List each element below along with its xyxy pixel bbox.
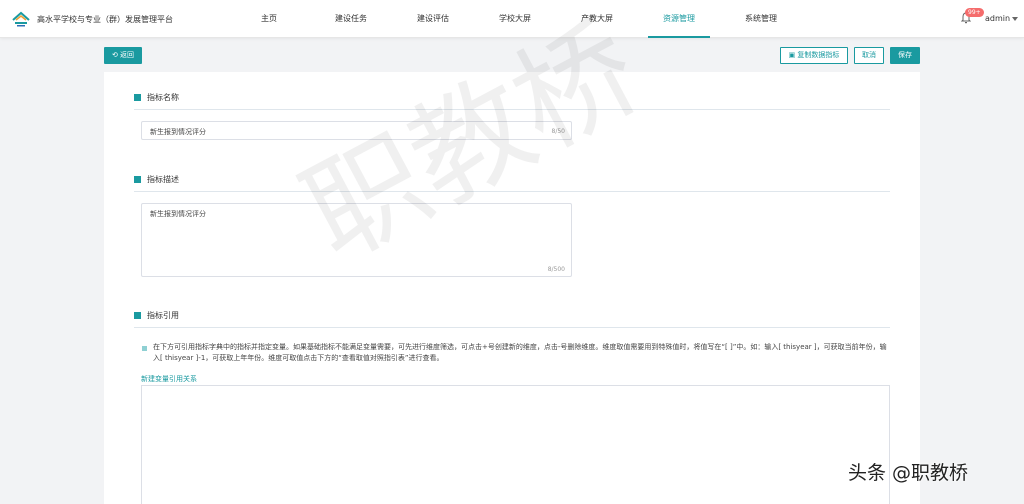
section-indicator-reference: 指标引用 <box>134 310 179 321</box>
divider <box>134 191 890 192</box>
top-header: 高水平学校与专业（群）发展管理平台 主页 建设任务 建设评估 学校大屏 产教大屏… <box>0 0 1024 38</box>
indicator-description-count: 8/500 <box>547 266 565 273</box>
main-nav: 主页 建设任务 建设评估 学校大屏 产教大屏 资源管理 系统管理 <box>228 0 802 38</box>
back-arrow-icon: ⟲ <box>111 51 121 59</box>
divider <box>134 109 890 110</box>
variable-reference-editor[interactable] <box>141 385 890 504</box>
tip-marker <box>142 346 147 351</box>
user-menu[interactable]: admin <box>985 14 1010 23</box>
section-title-reference: 指标引用 <box>147 311 179 320</box>
nav-home[interactable]: 主页 <box>228 0 310 38</box>
indicator-name-input[interactable]: 新生报到情况评分 8/50 <box>141 121 572 140</box>
copy-indicator-button[interactable]: ▣ 复制数据指标 <box>780 47 848 64</box>
indicator-description-value: 新生报到情况评分 <box>150 210 206 218</box>
section-marker <box>134 176 141 183</box>
section-marker <box>134 312 141 319</box>
nav-construction-tasks[interactable]: 建设任务 <box>310 0 392 38</box>
nav-resource-management[interactable]: 资源管理 <box>638 0 720 38</box>
section-indicator-description: 指标描述 <box>134 174 179 185</box>
indicator-form-card: 指标名称 新生报到情况评分 8/50 指标描述 新生报到情况评分 8/500 指… <box>104 72 920 504</box>
caret-down-icon[interactable] <box>1012 17 1018 21</box>
indicator-name-value: 新生报到情况评分 <box>150 128 206 136</box>
nav-industry-screen[interactable]: 产教大屏 <box>556 0 638 38</box>
indicator-description-textarea[interactable]: 新生报到情况评分 8/500 <box>141 203 572 277</box>
copy-button-label: 复制数据指标 <box>797 51 840 59</box>
back-button-label: 返回 <box>120 51 135 59</box>
nav-system-management[interactable]: 系统管理 <box>720 0 802 38</box>
notification-badge: 99+ <box>965 8 984 17</box>
divider <box>134 327 890 328</box>
section-marker <box>134 94 141 101</box>
reference-tip-text: 在下方可引用指标字典中的指标并指定变量。如果基础指标不能满足变量需要，可先进行维… <box>153 343 887 362</box>
section-title-name: 指标名称 <box>147 93 179 102</box>
platform-logo <box>12 11 30 27</box>
nav-construction-evaluation[interactable]: 建设评估 <box>392 0 474 38</box>
cancel-button[interactable]: 取消 <box>854 47 884 64</box>
nav-school-screen[interactable]: 学校大屏 <box>474 0 556 38</box>
watermark-corner: 头条 @职教桥 <box>848 462 969 484</box>
section-title-description: 指标描述 <box>147 175 179 184</box>
app-title: 高水平学校与专业（群）发展管理平台 <box>37 15 173 24</box>
save-button[interactable]: 保存 <box>890 47 920 64</box>
new-variable-reference-link[interactable]: 新建变量引用关系 <box>141 374 197 384</box>
indicator-name-count: 8/50 <box>551 128 565 135</box>
back-button[interactable]: ⟲ 返回 <box>104 47 142 64</box>
section-indicator-name: 指标名称 <box>134 92 179 103</box>
